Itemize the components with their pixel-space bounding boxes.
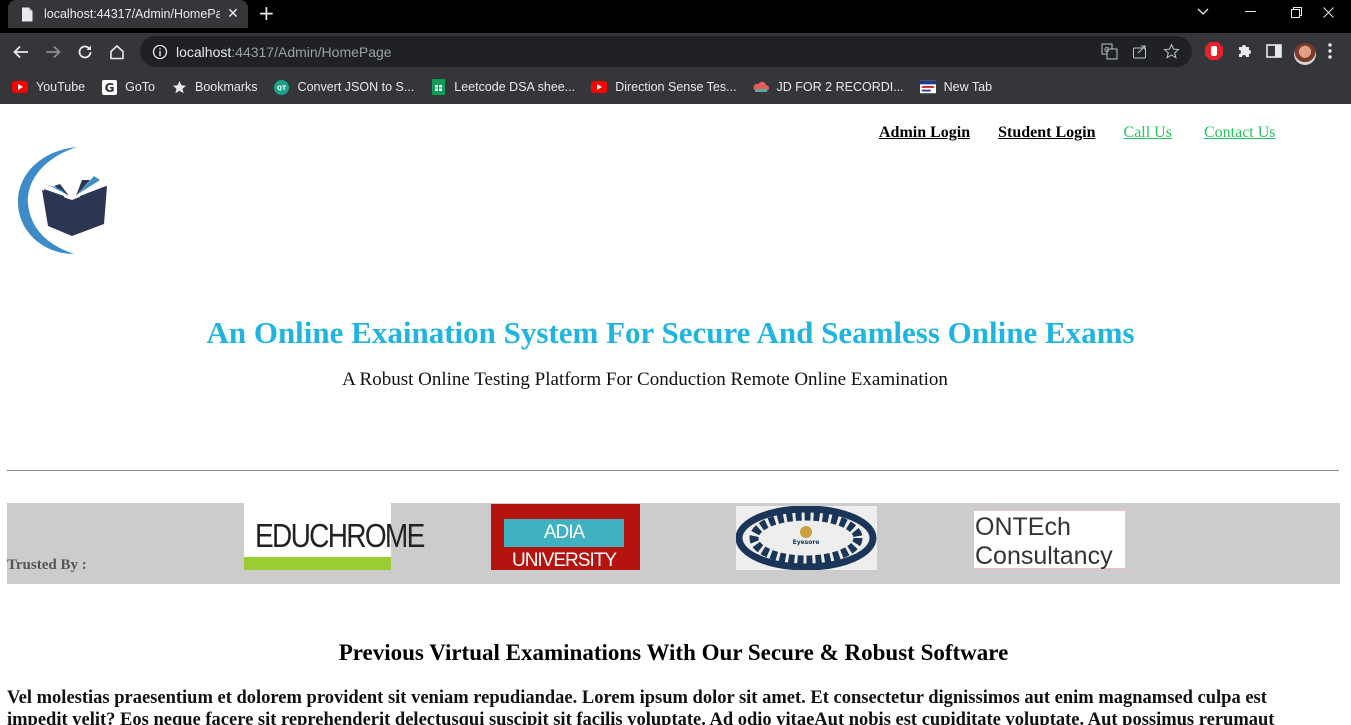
browser-toolbar: localhost:44317/Admin/HomePage G xyxy=(0,33,1351,70)
bookmark-label: YouTube xyxy=(36,80,86,94)
call-us-link[interactable]: Call Us xyxy=(1124,124,1172,142)
bookmarks-bar: YouTube G GoTo Bookmarks QT Convert JSON to S… xyxy=(0,70,1351,104)
tab-search-icon[interactable] xyxy=(1180,0,1226,24)
bookmark-item[interactable]: JD FOR 2 RECORDI... xyxy=(753,79,904,95)
star-icon xyxy=(171,79,187,95)
adia-logo-text: ADIA UNIVERSITY xyxy=(504,519,624,571)
ontech-consultancy-logo: ONTEch Consultancy xyxy=(973,510,1126,571)
bookmark-label: New Tab xyxy=(943,80,993,94)
newtab-icon xyxy=(919,79,936,95)
top-nav: Admin Login Student Login Call Us Contac… xyxy=(879,124,1308,142)
adblock-extension-icon[interactable] xyxy=(1204,41,1224,66)
bookmark-label: JD FOR 2 RECORDI... xyxy=(776,80,904,94)
site-info-icon[interactable] xyxy=(152,44,168,60)
url-path: :44317/Admin/HomePage xyxy=(231,43,392,60)
ontech-logo-line2: Consultancy xyxy=(975,542,1113,570)
address-bar[interactable]: localhost:44317/Admin/HomePage G xyxy=(140,36,1192,67)
back-icon[interactable] xyxy=(10,41,32,63)
bookmark-item[interactable]: Bookmarks xyxy=(171,79,258,95)
extensions-puzzle-icon[interactable] xyxy=(1236,42,1254,65)
svg-text:G: G xyxy=(104,81,114,95)
contact-us-link[interactable]: Contact Us xyxy=(1204,124,1276,142)
bookmark-star-icon[interactable] xyxy=(1163,43,1180,65)
educhrome-logo-bar xyxy=(244,557,391,570)
svg-text:QT: QT xyxy=(277,85,287,92)
adia-university-logo: ADIA UNIVERSITY xyxy=(491,504,640,571)
site-logo xyxy=(14,144,134,256)
bookmark-label: Direction Sense Tes... xyxy=(615,80,737,94)
bookmark-label: Leetcode DSA shee... xyxy=(454,80,576,94)
educhrome-logo: EDUCHROME xyxy=(244,503,425,570)
google-icon: G xyxy=(101,79,117,95)
browser-tab-strip: localhost:44317/Admin/HomePage ✕ + xyxy=(0,0,1351,33)
previous-exams-title: Previous Virtual Examinations With Our S… xyxy=(338,640,1009,665)
browser-tab[interactable]: localhost:44317/Admin/HomePage ✕ xyxy=(8,0,248,28)
minimize-icon[interactable] xyxy=(1227,0,1273,24)
close-window-icon[interactable] xyxy=(1305,0,1351,24)
eyesore-logo-text: Eyesore xyxy=(793,539,820,546)
bookmark-label: Bookmarks xyxy=(195,80,258,94)
bookmark-label: Convert JSON to S... xyxy=(297,80,415,94)
qt-icon: QT xyxy=(274,79,290,95)
trusted-by-band: Trusted By : EDUCHROME ADIA UNIVERSITY E… xyxy=(7,503,1340,584)
educhrome-logo-text: EDUCHROME xyxy=(255,517,425,554)
svg-text:G: G xyxy=(1104,46,1109,54)
forward-icon[interactable] xyxy=(42,41,64,63)
home-icon[interactable] xyxy=(106,41,128,63)
bookmark-item[interactable]: G GoTo xyxy=(101,79,155,95)
menu-kebab-icon[interactable] xyxy=(1328,43,1332,64)
hero-subtitle: A Robust Online Testing Platform For Con… xyxy=(342,369,948,390)
youtube-icon xyxy=(12,79,28,95)
previous-exams-body: Vel molestias praesentium et dolorem pro… xyxy=(7,688,1275,725)
page-icon xyxy=(20,6,34,22)
tab-title: localhost:44317/Admin/HomePage xyxy=(44,7,220,21)
student-login-link[interactable]: Student Login xyxy=(998,124,1095,142)
side-panel-icon[interactable] xyxy=(1266,43,1282,64)
translate-icon[interactable]: G xyxy=(1101,43,1118,65)
share-icon[interactable] xyxy=(1132,43,1149,65)
profile-avatar[interactable] xyxy=(1294,42,1316,65)
hero-title: An Online Exaination System For Secure A… xyxy=(206,315,1135,350)
trusted-by-label: Trusted By : xyxy=(7,557,87,573)
new-tab-icon[interactable]: + xyxy=(258,3,275,23)
youtube-icon xyxy=(591,79,608,95)
url-host: localhost xyxy=(176,43,232,60)
bookmark-item[interactable]: New Tab xyxy=(919,79,993,95)
reload-icon[interactable] xyxy=(74,41,96,63)
bookmark-item[interactable]: QT Convert JSON to S... xyxy=(274,79,415,95)
cloud-icon xyxy=(753,79,769,95)
bookmark-item[interactable]: Direction Sense Tes... xyxy=(591,79,737,95)
close-tab-icon[interactable]: ✕ xyxy=(226,6,240,22)
ontech-logo-text: ONTEch Consultancy xyxy=(975,513,1113,571)
bookmark-label: GoTo xyxy=(125,80,156,94)
sheets-icon xyxy=(430,79,446,95)
ontech-logo-line1: ONTEch xyxy=(975,513,1071,541)
eyesore-logo: Eyesore xyxy=(735,505,877,571)
admin-login-link[interactable]: Admin Login xyxy=(879,124,970,142)
section-divider xyxy=(7,470,1339,471)
bookmark-item[interactable]: YouTube xyxy=(12,79,85,95)
web-page: Admin Login Student Login Call Us Contac… xyxy=(0,104,1351,725)
bookmark-item[interactable]: Leetcode DSA shee... xyxy=(430,79,575,95)
